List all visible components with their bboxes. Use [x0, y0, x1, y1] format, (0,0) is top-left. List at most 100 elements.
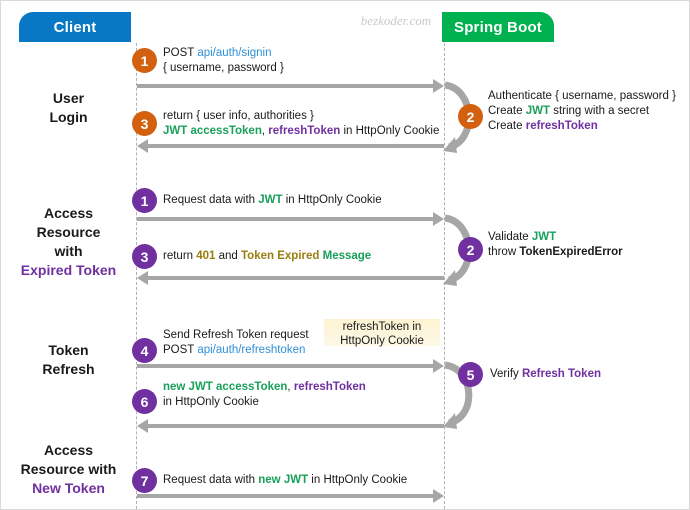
msg-part: and: [215, 250, 242, 262]
step-number: 6: [140, 393, 149, 410]
phase-label-expired-token: Access Resource with Expired Token: [1, 204, 136, 280]
phase-label-new-token: Access Resource with New Token: [1, 441, 136, 498]
message-new-tokens-response: new JWT accessToken, refreshToken in Htt…: [163, 380, 366, 410]
step-badge-4: 1: [132, 188, 157, 213]
step-number: 7: [140, 472, 149, 489]
step-number: 3: [140, 115, 149, 132]
phase-line: User: [52, 90, 85, 106]
arrow-head-left: [137, 139, 148, 153]
msg-part: Validate: [488, 231, 532, 243]
step-badge-3: 3: [132, 111, 157, 136]
callout-refresh-token-cookie: refreshToken in HttpOnly Cookie: [324, 319, 440, 347]
msg-part-endpoint: api/auth/refreshtoken: [197, 344, 306, 356]
arrow-401-response: [148, 276, 444, 280]
msg-part: in HttpOnly Cookie: [163, 396, 259, 408]
phase-line: with: [54, 243, 83, 259]
phase-line: Token: [48, 342, 89, 358]
arrow-head-right: [433, 489, 444, 503]
message-signin-response: return { user info, authorities } JWT ac…: [163, 109, 439, 139]
arrow-new-tokens-response: [148, 424, 444, 428]
arrow-head-left: [137, 271, 148, 285]
msg-part: Request data with: [163, 194, 259, 206]
msg-part: throw: [488, 246, 520, 258]
arrow-request-new-token: [137, 494, 433, 498]
msg-part: Authenticate { username, password }: [488, 90, 676, 102]
phase-line: Resource: [36, 224, 101, 240]
phase-label-user-login: User Login: [1, 89, 136, 127]
step-badge-1: 1: [132, 48, 157, 73]
msg-part-expired: Token Expired: [241, 250, 323, 262]
actor-header-client: Client: [19, 12, 131, 42]
step-badge-7: 4: [132, 338, 157, 363]
message-signin-request: POST api/auth/signin { username, passwor…: [163, 46, 284, 76]
step-number: 4: [140, 342, 149, 359]
step-badge-6: 3: [132, 244, 157, 269]
sequence-diagram-canvas: Client Spring Boot bezkoder.com User Log…: [0, 0, 690, 510]
step-badge-9: 6: [132, 389, 157, 414]
phase-line: Access: [43, 205, 94, 221]
msg-part: POST: [163, 47, 198, 59]
step-number: 5: [466, 366, 475, 383]
actor-label-server: Spring Boot: [453, 18, 543, 36]
message-request-with-new-jwt: Request data with new JWT in HttpOnly Co…: [163, 473, 407, 488]
message-refresh-request: Send Refresh Token request POST api/auth…: [163, 328, 309, 358]
step-number: 2: [466, 108, 475, 125]
msg-part: { username, password }: [163, 62, 284, 74]
msg-part: string with a secret: [550, 105, 650, 117]
phase-line: Resource with: [20, 461, 117, 477]
msg-part-jwt: JWT: [258, 194, 283, 206]
step-number: 1: [140, 52, 149, 69]
phase-line-accent: Expired Token: [20, 262, 117, 278]
msg-part: Create: [488, 105, 526, 117]
callout-part: in: [409, 321, 422, 333]
msg-part: Create: [488, 120, 526, 132]
message-server-authenticate: Authenticate { username, password } Crea…: [488, 89, 676, 134]
callout-part: HttpOnly Cookie: [340, 335, 424, 347]
step-number: 3: [140, 248, 149, 265]
actor-label-client: Client: [53, 18, 97, 36]
callout-part-refreshtoken: refreshToken: [342, 321, 410, 333]
phase-line: Refresh: [42, 361, 95, 377]
step-badge-8: 5: [458, 362, 483, 387]
phase-line: Access: [43, 442, 94, 458]
msg-part-refreshtoken: Refresh Token: [521, 368, 601, 380]
step-badge-5: 2: [458, 237, 483, 262]
arrow-signin-request: [137, 84, 433, 88]
msg-part-refreshtoken: refreshToken: [293, 381, 366, 393]
message-verify-refresh-token: Verify Refresh Token: [490, 367, 601, 382]
msg-part-jwt: new JWT accessToken: [163, 381, 288, 393]
message-server-validate-jwt: Validate JWT throw TokenExpiredError: [488, 230, 623, 260]
msg-part-new-jwt: new JWT: [258, 474, 309, 486]
phase-line-accent: New Token: [32, 480, 105, 496]
msg-part: in HttpOnly Cookie: [340, 125, 440, 137]
step-number: 2: [466, 241, 475, 258]
msg-part-error: TokenExpiredError: [519, 246, 623, 258]
msg-part: Request data with: [163, 474, 259, 486]
msg-part-refreshtoken: refreshToken: [525, 120, 598, 132]
arrow-refresh-request: [137, 364, 433, 368]
msg-part-refreshtoken: refreshToken: [268, 125, 341, 137]
msg-part: Send Refresh Token request: [163, 329, 309, 341]
msg-part-status: 401: [196, 250, 216, 262]
msg-part: return { user info, authorities }: [163, 110, 314, 122]
message-401-response: return 401 and Token Expired Message: [163, 249, 371, 264]
step-badge-2: 2: [458, 104, 483, 129]
arrow-request-expired: [137, 217, 433, 221]
msg-part: return: [163, 250, 197, 262]
phase-line: Login: [49, 109, 88, 125]
msg-part: Verify: [490, 368, 522, 380]
msg-part-jwt: JWT: [525, 105, 550, 117]
msg-part-jwt: JWT: [531, 231, 557, 243]
msg-part-jwt: JWT accessToken: [163, 125, 262, 137]
watermark: bezkoder.com: [360, 13, 432, 28]
arrow-head-left: [137, 419, 148, 433]
arrow-signin-response: [148, 144, 444, 148]
step-badge-10: 7: [132, 468, 157, 493]
message-request-with-expired-jwt: Request data with JWT in HttpOnly Cookie: [163, 193, 382, 208]
step-number: 1: [140, 192, 149, 209]
phase-label-token-refresh: Token Refresh: [1, 341, 136, 379]
msg-part: in HttpOnly Cookie: [308, 474, 408, 486]
msg-part: POST: [163, 344, 198, 356]
msg-part: in HttpOnly Cookie: [282, 194, 382, 206]
msg-part-endpoint: api/auth/signin: [197, 47, 272, 59]
